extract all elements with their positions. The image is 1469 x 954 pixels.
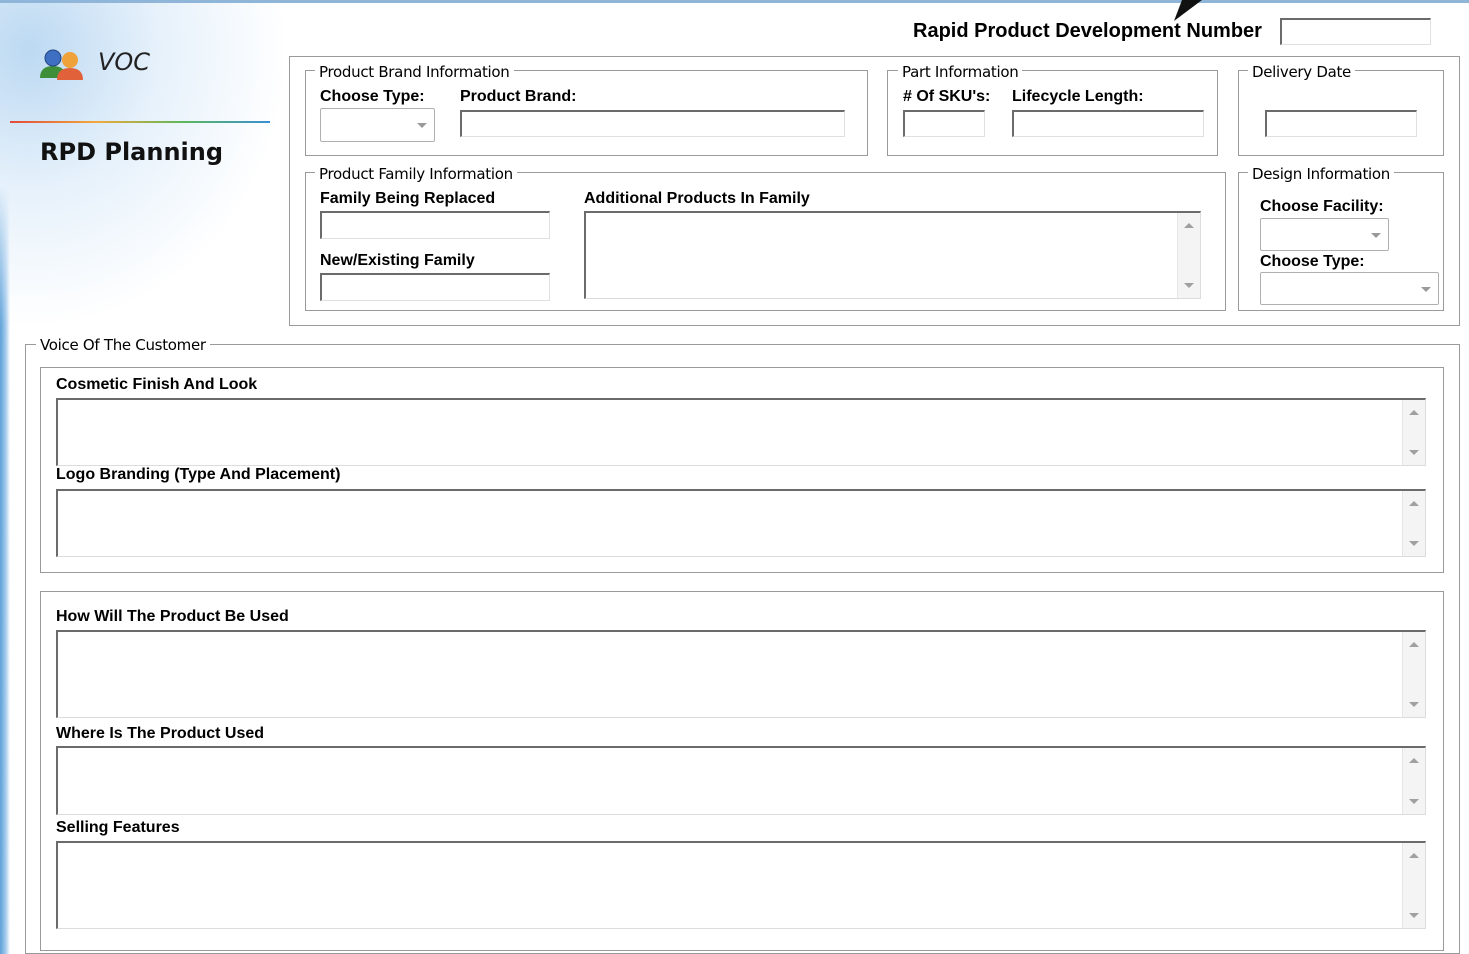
scroll-up-icon[interactable] — [1409, 642, 1419, 647]
design-info-caption: Design Information — [1248, 165, 1394, 183]
new-existing-label: New/Existing Family — [320, 252, 475, 269]
product-brand-label: Product Brand: — [460, 88, 577, 105]
scroll-down-icon[interactable] — [1409, 913, 1419, 918]
lifecycle-input[interactable] — [1012, 110, 1204, 137]
choose-type-label: Choose Type: — [320, 88, 425, 105]
scroll-up-icon[interactable] — [1409, 853, 1419, 858]
dropdown-arrow-icon — [417, 123, 427, 128]
where-used-label: Where Is The Product Used — [56, 725, 265, 742]
selling-features-textarea[interactable] — [56, 841, 1426, 929]
scroll-down-icon[interactable] — [1184, 283, 1194, 288]
scroll-down-icon[interactable] — [1409, 799, 1419, 804]
scroll-up-icon[interactable] — [1409, 410, 1419, 415]
where-used-textarea[interactable] — [56, 746, 1426, 815]
skus-input[interactable] — [903, 110, 985, 137]
choose-type-dropdown[interactable] — [320, 108, 435, 142]
family-replaced-label: Family Being Replaced — [320, 190, 496, 207]
rpd-number-label: Rapid Product Development Number — [913, 20, 1262, 42]
scrollbar[interactable] — [1402, 491, 1425, 556]
users-icon — [40, 49, 83, 80]
scroll-down-icon[interactable] — [1409, 702, 1419, 707]
design-choose-type-dropdown[interactable] — [1260, 272, 1439, 305]
skus-label: # Of SKU's: — [903, 88, 991, 105]
app-label: VOC — [98, 48, 151, 76]
voc-caption: Voice Of The Customer — [36, 336, 210, 354]
scroll-up-icon[interactable] — [1409, 501, 1419, 506]
product-brand-input[interactable] — [460, 110, 845, 137]
rpd-number-input[interactable] — [1280, 18, 1431, 45]
accent-divider — [10, 121, 270, 123]
dropdown-arrow-icon — [1421, 286, 1431, 292]
new-existing-input[interactable] — [320, 273, 550, 301]
scrollbar[interactable] — [1402, 632, 1425, 717]
product-usage-textarea[interactable] — [56, 630, 1426, 718]
family-replaced-input[interactable] — [320, 211, 550, 239]
page-title: RPD Planning — [40, 138, 224, 166]
product-usage-label: How Will The Product Be Used — [56, 608, 289, 625]
scroll-down-icon[interactable] — [1409, 541, 1419, 546]
scroll-down-icon[interactable] — [1409, 450, 1419, 455]
mouse-pointer-icon — [1174, 0, 1202, 21]
scroll-up-icon[interactable] — [1409, 758, 1419, 763]
cosmetic-finish-textarea[interactable] — [56, 398, 1426, 466]
dropdown-arrow-icon — [1371, 232, 1381, 238]
scrollbar[interactable] — [1402, 748, 1425, 814]
lifecycle-label: Lifecycle Length: — [1012, 88, 1144, 105]
choose-facility-dropdown[interactable] — [1260, 218, 1389, 251]
additional-products-textarea[interactable] — [584, 211, 1201, 299]
additional-products-label: Additional Products In Family — [584, 190, 810, 207]
scrollbar[interactable] — [1402, 843, 1425, 928]
scroll-up-icon[interactable] — [1184, 223, 1194, 228]
window-top-edge — [0, 0, 1469, 3]
delivery-date-caption: Delivery Date — [1248, 63, 1355, 81]
design-choose-type-label: Choose Type: — [1260, 253, 1365, 270]
delivery-date-input[interactable] — [1265, 110, 1417, 137]
product-brand-caption: Product Brand Information — [315, 63, 514, 81]
logo-branding-label: Logo Branding (Type And Placement) — [56, 466, 341, 483]
product-family-caption: Product Family Information — [315, 165, 517, 183]
scrollbar[interactable] — [1402, 400, 1425, 465]
logo-branding-label-clip: Logo Branding (Type And Placement) — [56, 466, 556, 488]
logo-branding-textarea[interactable] — [56, 489, 1426, 557]
cosmetic-finish-label: Cosmetic Finish And Look — [56, 376, 258, 393]
part-info-caption: Part Information — [898, 63, 1023, 81]
selling-features-label: Selling Features — [56, 819, 180, 836]
choose-facility-label: Choose Facility: — [1260, 198, 1384, 215]
scrollbar[interactable] — [1177, 213, 1200, 298]
